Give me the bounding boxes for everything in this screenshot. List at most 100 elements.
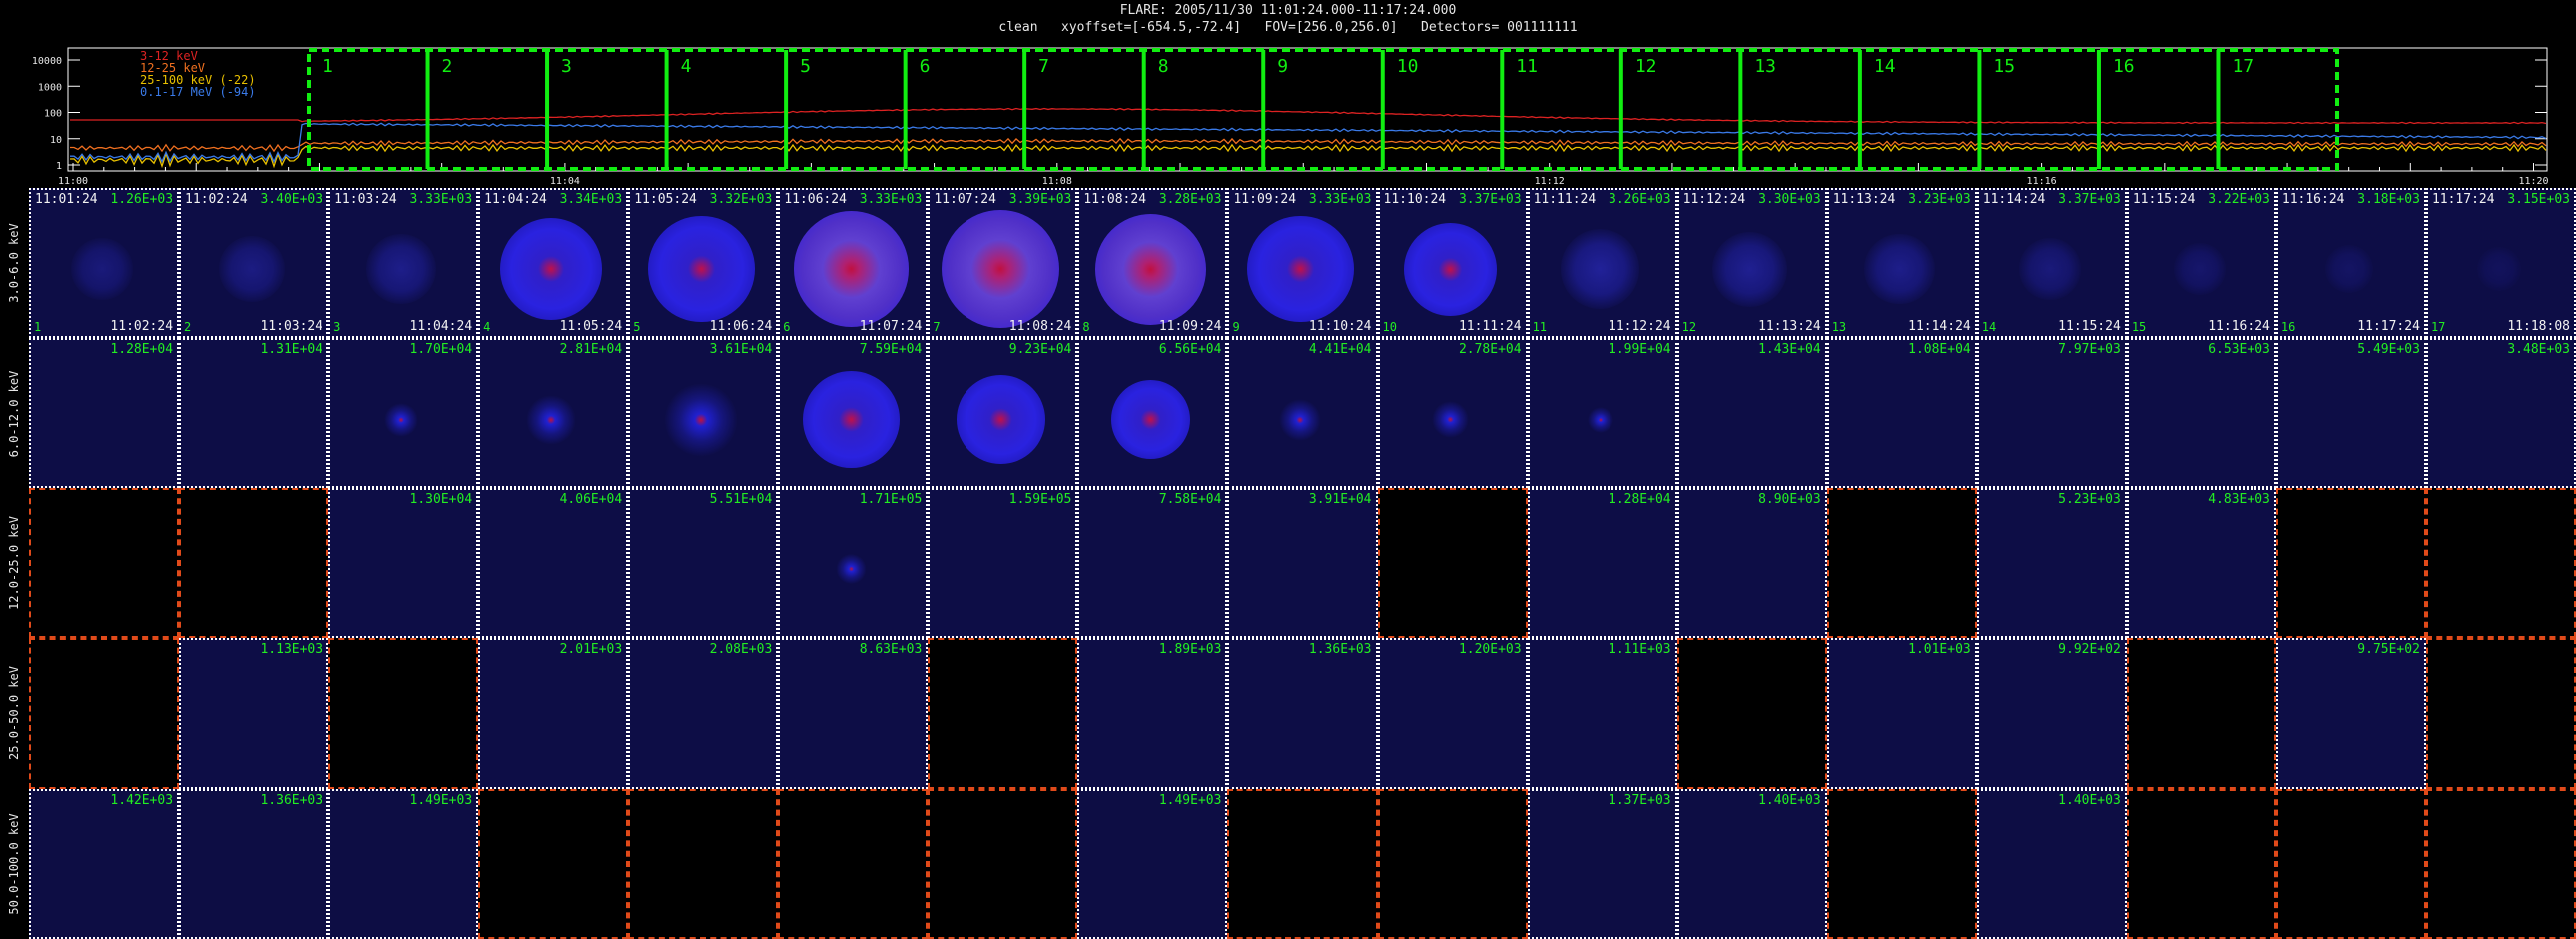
cell-max-value: 3.34E+03	[559, 192, 623, 207]
row-label-text: 25.0-50.0 keV	[7, 666, 21, 761]
plot-title: FLARE: 2005/11/30 11:01:24.000-11:17:24.…	[1119, 3, 1457, 18]
image-cell: 1.70E+04	[328, 338, 479, 488]
cell-max-value: 1.36E+03	[1308, 642, 1372, 658]
cell-max-value: 9.75E+02	[2357, 642, 2420, 658]
image-cell: 11:12:24 12 11:13:24 3.30E+03	[1676, 188, 1827, 339]
cell-start-time: 11:01:24	[35, 192, 98, 207]
image-cell: 3.61E+04	[628, 338, 779, 488]
image-cell: 11:07:24 7 11:08:24 3.39E+03	[928, 188, 1078, 339]
cell-end-time: 11:17:24	[2357, 319, 2420, 335]
cell-max-value: 8.63E+03	[859, 642, 923, 658]
cell-max-value: 3.37E+03	[1458, 192, 1522, 207]
interval-frame	[307, 48, 2339, 171]
cell-max-value: 2.78E+04	[1458, 342, 1522, 358]
cell-max-value: 1.70E+04	[409, 342, 473, 358]
interval-label: 1	[322, 56, 333, 77]
curve-3-12kev	[70, 107, 2547, 125]
cell-max-value: 3.32E+03	[709, 192, 773, 207]
cell-end-time: 11:07:24	[859, 319, 923, 335]
image-cell: 1.71E+05	[778, 487, 929, 639]
cell-max-value: 7.59E+04	[859, 342, 923, 358]
row-label-text: 6.0-12.0 keV	[7, 370, 21, 457]
image-cell: 7.59E+04	[778, 338, 929, 488]
image-cell: 1.30E+04	[328, 487, 479, 639]
cell-number: 13	[1831, 320, 1847, 335]
flare-source	[1094, 213, 1206, 325]
cell-max-value: 1.28E+04	[110, 342, 174, 358]
image-cell: 1.20E+03	[1377, 638, 1528, 789]
image-cell: 1.11E+03	[1527, 638, 1677, 789]
cell-max-value: 5.49E+03	[2357, 342, 2420, 358]
image-cell: 1.40E+03	[1676, 788, 1827, 939]
image-cell: 1.36E+03	[179, 788, 329, 939]
cell-number: 11	[1532, 320, 1548, 335]
cell-end-time: 11:15:24	[2058, 319, 2121, 335]
cell-max-value: 7.58E+04	[1158, 491, 1222, 507]
row-label: 3.0-6.0 keV	[0, 188, 28, 338]
image-cell	[2275, 487, 2426, 639]
y-tick-label: 1	[56, 161, 62, 172]
flare-source	[648, 215, 755, 323]
image-cell	[2425, 487, 2576, 639]
image-cell	[2126, 638, 2276, 789]
flare-source	[2477, 247, 2521, 291]
image-cell	[1826, 788, 1977, 939]
cell-max-value: 2.01E+03	[559, 642, 623, 658]
cell-max-value: 5.23E+03	[2058, 491, 2121, 507]
interval-label: 8	[1158, 56, 1169, 77]
flare-source	[664, 382, 739, 457]
flare-source	[1712, 231, 1788, 307]
cell-max-value: 1.43E+04	[1758, 342, 1821, 358]
cell-end-time: 11:06:24	[709, 319, 773, 335]
flare-source	[1431, 400, 1470, 439]
cell-start-time: 11:06:24	[784, 192, 847, 207]
interval-label: 17	[2232, 56, 2254, 77]
row-label-text: 12.0-25.0 keV	[7, 516, 21, 610]
cell-max-value: 1.28E+04	[1609, 491, 1671, 507]
flare-source	[942, 210, 1060, 329]
cell-max-value: 1.26E+03	[110, 192, 174, 207]
image-cell: 6.53E+03	[2126, 338, 2276, 488]
image-cell: 9.23E+04	[928, 338, 1078, 488]
cell-max-value: 3.91E+04	[1308, 491, 1372, 507]
cell-max-value: 1.40E+03	[2058, 792, 2121, 808]
image-cell	[2425, 788, 2576, 939]
cell-end-time: 11:12:24	[1609, 319, 1671, 335]
lightcurve-curves	[69, 107, 2547, 169]
image-cell: 11:01:24 1 11:02:24 1.26E+03	[29, 188, 180, 339]
cell-max-value: 1.08E+04	[1908, 342, 1971, 358]
cell-start-time: 11:07:24	[934, 192, 996, 207]
y-tick-label: 100	[44, 109, 62, 120]
cell-number: 10	[1382, 320, 1397, 335]
cell-max-value: 4.83E+03	[2208, 491, 2270, 507]
image-cell: 1.49E+03	[328, 788, 479, 939]
interval-label: 7	[1038, 56, 1049, 77]
interval-label: 5	[800, 56, 811, 77]
lightcurve-panel: 10000 1000 100 10 1 11:00 11:04 11:08 11:12 11:16…	[32, 47, 2549, 187]
cell-max-value: 3.18E+03	[2357, 192, 2420, 207]
image-cell	[29, 487, 180, 639]
image-cell: 5.49E+03	[2275, 338, 2426, 488]
flare-source	[1587, 406, 1613, 433]
cell-max-value: 1.13E+03	[260, 642, 323, 658]
cell-max-value: 2.08E+03	[709, 642, 773, 658]
flare-source	[835, 553, 867, 585]
cell-start-time: 11:11:24	[1533, 192, 1597, 207]
cell-number: 9	[1232, 320, 1240, 335]
image-cell: 5.51E+04	[628, 487, 779, 639]
cell-start-time: 11:03:24	[334, 192, 397, 207]
image-cell: 11:17:24 17 11:18:08 3.15E+03	[2425, 188, 2576, 339]
cell-number: 5	[633, 320, 641, 335]
image-cell: 11:03:24 3 11:04:24 3.33E+03	[328, 188, 479, 339]
image-cell: 1.99E+04	[1527, 338, 1677, 488]
image-cell: 1.89E+03	[1077, 638, 1228, 789]
image-cell	[928, 638, 1078, 789]
flare-source	[219, 236, 286, 303]
y-tick-label: 10	[50, 135, 62, 146]
cell-max-value: 1.49E+03	[409, 792, 473, 808]
image-cell: 1.28E+04	[29, 338, 180, 488]
image-cell: 4.41E+04	[1227, 338, 1378, 488]
flare-source	[1864, 233, 1935, 305]
cell-max-value: 4.06E+04	[559, 491, 623, 507]
cell-max-value: 3.23E+03	[1908, 192, 1971, 207]
